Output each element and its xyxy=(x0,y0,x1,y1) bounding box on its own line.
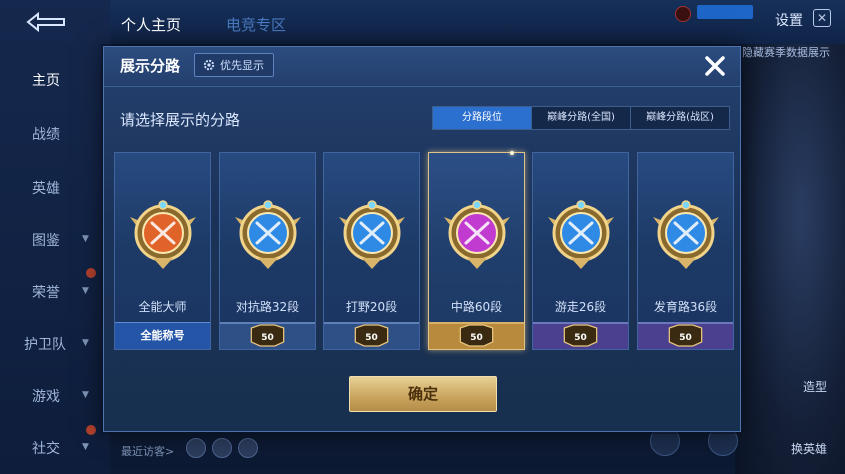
lane-card[interactable]: 全能大师 全能称号 xyxy=(114,152,211,350)
tab-lane-rank[interactable]: 分路段位 xyxy=(433,107,531,129)
sidebar-item-label: 战绩 xyxy=(32,127,60,143)
sidebar-item-record[interactable]: 战绩 xyxy=(0,124,100,144)
lane-label: 发育路36段 xyxy=(653,300,718,314)
dialog-subtitle: 请选择展示的分路 xyxy=(120,111,241,129)
lane-emblem-icon xyxy=(339,200,405,269)
close-icon[interactable] xyxy=(702,53,728,79)
sidebar-item-label: 游戏 xyxy=(32,389,60,405)
lane-label: 游走26段 xyxy=(554,300,607,314)
sidebar-item-honor[interactable]: 荣誉 ▼ xyxy=(0,282,100,302)
season-data-toggle-label[interactable]: 隐藏赛季数据展示 xyxy=(742,44,830,60)
confirm-button[interactable]: 确定 xyxy=(349,376,497,412)
notification-icon[interactable] xyxy=(675,6,691,22)
dialog-header: 展示分路 优先显示 xyxy=(104,47,740,87)
recent-visitors-link[interactable]: 最近访客> xyxy=(121,443,174,459)
priority-display-label: 优先显示 xyxy=(220,59,264,72)
selection-sparkle xyxy=(510,151,514,155)
lane-emblem-icon xyxy=(235,200,301,269)
lane-label: 对抗路32段 xyxy=(235,300,300,314)
lane-emblem-icon xyxy=(548,200,614,269)
sidebar-item-guard[interactable]: 护卫队 ▼ xyxy=(0,334,100,354)
avatar[interactable] xyxy=(238,438,258,458)
lane-display-dialog: 展示分路 优先显示 请选择展示的分路 分路段位 巅峰分路(全国) 巅峰分路(战区… xyxy=(103,46,741,432)
sidebar-item-heroes[interactable]: 英雄 xyxy=(0,178,100,198)
title-plate: 全能称号 xyxy=(115,322,210,349)
chevron-down-icon: ▼ xyxy=(82,234,89,244)
hero-portrait-area xyxy=(735,44,845,474)
notification-dot xyxy=(86,268,96,278)
lane-card[interactable]: 中路60段 50 xyxy=(428,151,525,350)
status-badge xyxy=(697,5,753,19)
lane-label: 打野20段 xyxy=(345,300,398,314)
chevron-down-icon: ▼ xyxy=(82,390,89,400)
rank-badge: 50 xyxy=(365,333,378,343)
lane-emblem-icon xyxy=(130,200,196,269)
chevron-down-icon: ▼ xyxy=(82,286,89,296)
lane-label: 全能大师 xyxy=(138,300,187,314)
sidebar-item-label: 荣誉 xyxy=(32,285,60,301)
rank-badge: 50 xyxy=(679,333,692,343)
appearance-button[interactable]: 造型 xyxy=(803,378,827,395)
tab-esports[interactable]: 电竞专区 xyxy=(226,14,286,35)
lane-card-list: 全能大师 全能称号 对抗路32段 50 打野20段 50 中路60段 50 游走26段 50 发育路… xyxy=(114,151,734,350)
priority-display-button[interactable]: 优先显示 xyxy=(194,53,274,77)
lane-emblem-icon xyxy=(444,200,510,269)
settings-button[interactable]: 设置 xyxy=(775,10,803,30)
sidebar-item-label: 英雄 xyxy=(32,181,60,197)
lane-card[interactable]: 打野20段 50 xyxy=(323,152,420,350)
notification-dot xyxy=(86,425,96,435)
tab-peak-lane-national[interactable]: 巅峰分路(全国) xyxy=(531,107,630,129)
rank-badge: 50 xyxy=(574,333,587,343)
tab-peak-lane-region[interactable]: 巅峰分路(战区) xyxy=(630,107,729,129)
lane-type-tabs: 分路段位 巅峰分路(全国) 巅峰分路(战区) xyxy=(432,106,730,130)
tab-personal-home[interactable]: 个人主页 xyxy=(121,14,181,35)
chevron-down-icon: ▼ xyxy=(82,338,89,348)
sidebar-item-label: 图鉴 xyxy=(32,233,60,249)
change-hero-button[interactable]: 换英雄 xyxy=(791,440,827,457)
lane-card[interactable]: 发育路36段 50 xyxy=(637,152,734,350)
lane-emblem-icon xyxy=(653,200,719,269)
lane-card[interactable]: 游走26段 50 xyxy=(532,152,629,350)
lane-card[interactable]: 对抗路32段 50 xyxy=(219,152,316,350)
sidebar-item-game[interactable]: 游戏 ▼ xyxy=(0,386,100,406)
back-arrow-icon[interactable] xyxy=(22,10,70,34)
avatar[interactable] xyxy=(212,438,232,458)
sidebar-item-label: 护卫队 xyxy=(24,337,66,353)
gear-icon xyxy=(203,59,215,71)
dialog-title: 展示分路 xyxy=(120,57,181,75)
sidebar-item-home[interactable]: 主页 xyxy=(0,70,100,90)
sidebar-item-label: 主页 xyxy=(32,73,60,89)
sidebar-item-social[interactable]: 社交 ▼ xyxy=(0,438,100,458)
sidebar-item-codex[interactable]: 图鉴 ▼ xyxy=(0,230,100,250)
lane-label: 中路60段 xyxy=(450,300,503,314)
rank-badge: 50 xyxy=(261,333,274,343)
close-icon[interactable]: ✕ xyxy=(813,9,831,27)
avatar[interactable] xyxy=(186,438,206,458)
rank-badge: 50 xyxy=(470,333,483,343)
chevron-down-icon: ▼ xyxy=(82,442,89,452)
sidebar-item-label: 社交 xyxy=(32,441,60,457)
